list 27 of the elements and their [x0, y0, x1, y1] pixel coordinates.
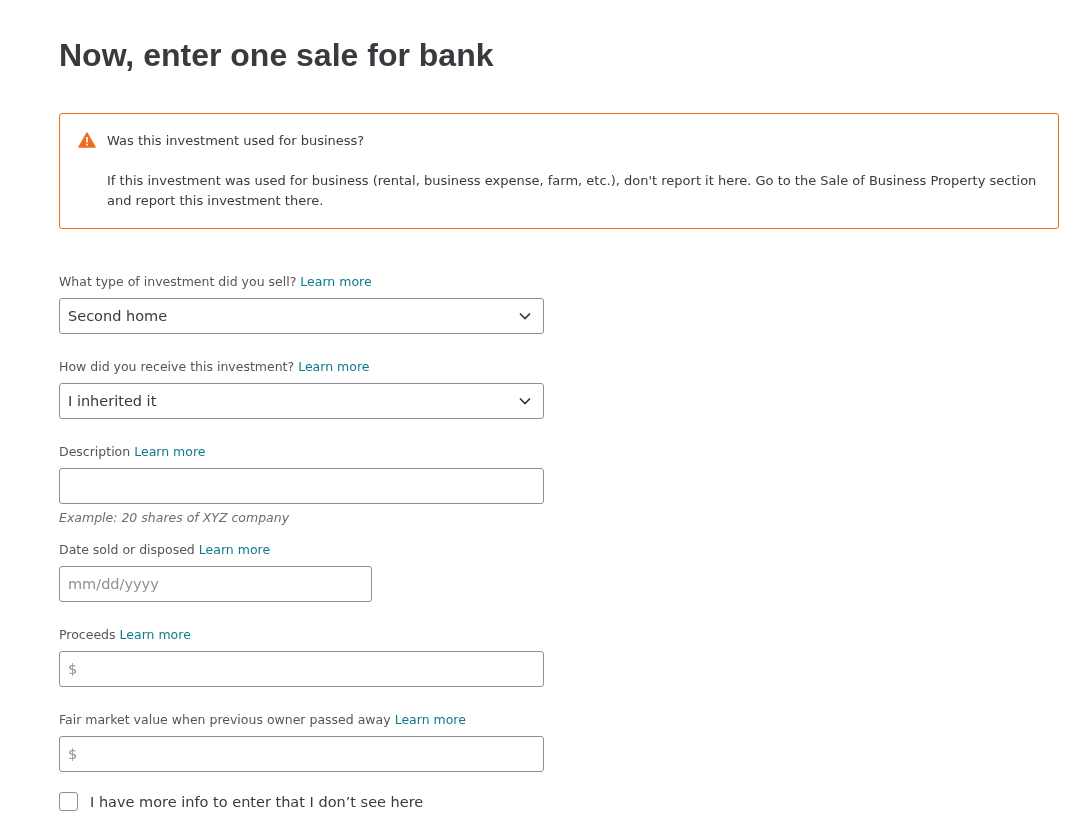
amount-field[interactable]: $	[59, 651, 544, 687]
field-label: Description	[59, 444, 131, 459]
learn-more-link[interactable]: Learn more	[300, 274, 372, 289]
learn-more-link[interactable]: Learn more	[394, 712, 466, 727]
chevron-down-icon	[519, 397, 531, 405]
dropdown[interactable]: Second home	[59, 298, 544, 334]
page-title: Now, enter one sale for bank	[59, 36, 495, 75]
warning-icon	[78, 132, 96, 148]
input-field[interactable]	[59, 468, 544, 504]
checkbox-label: I have more info to enter that I don’t see here	[90, 793, 424, 810]
checkbox[interactable]	[59, 792, 78, 811]
field-label: Proceeds	[59, 627, 116, 642]
date-field[interactable]: mm/dd/yyyy	[59, 566, 372, 602]
alert-heading: Was this investment used for business?	[107, 132, 366, 150]
field-label: What type of investment did you sell?	[59, 274, 297, 289]
field-label: How did you receive this investment?	[59, 359, 295, 374]
learn-more-link[interactable]: Learn more	[198, 542, 271, 557]
amount-field[interactable]: $	[59, 736, 544, 772]
learn-more-link[interactable]: Learn more	[119, 627, 191, 642]
learn-more-link[interactable]: Learn more	[298, 359, 370, 374]
alert-message: If this investment was used for business (rental, business expense, farm, etc.), don't report it here. Go to the Sale of Business Property section and report this investment there.	[107, 172, 1038, 210]
field-label: Fair market value when previous owner passed away	[59, 712, 391, 727]
chevron-down-icon	[519, 312, 531, 320]
field-hint: Example: 20 shares of XYZ company	[59, 510, 291, 525]
dropdown[interactable]: I inherited it	[59, 383, 544, 419]
field-label: Date sold or disposed	[59, 542, 195, 557]
learn-more-link[interactable]: Learn more	[134, 444, 206, 459]
